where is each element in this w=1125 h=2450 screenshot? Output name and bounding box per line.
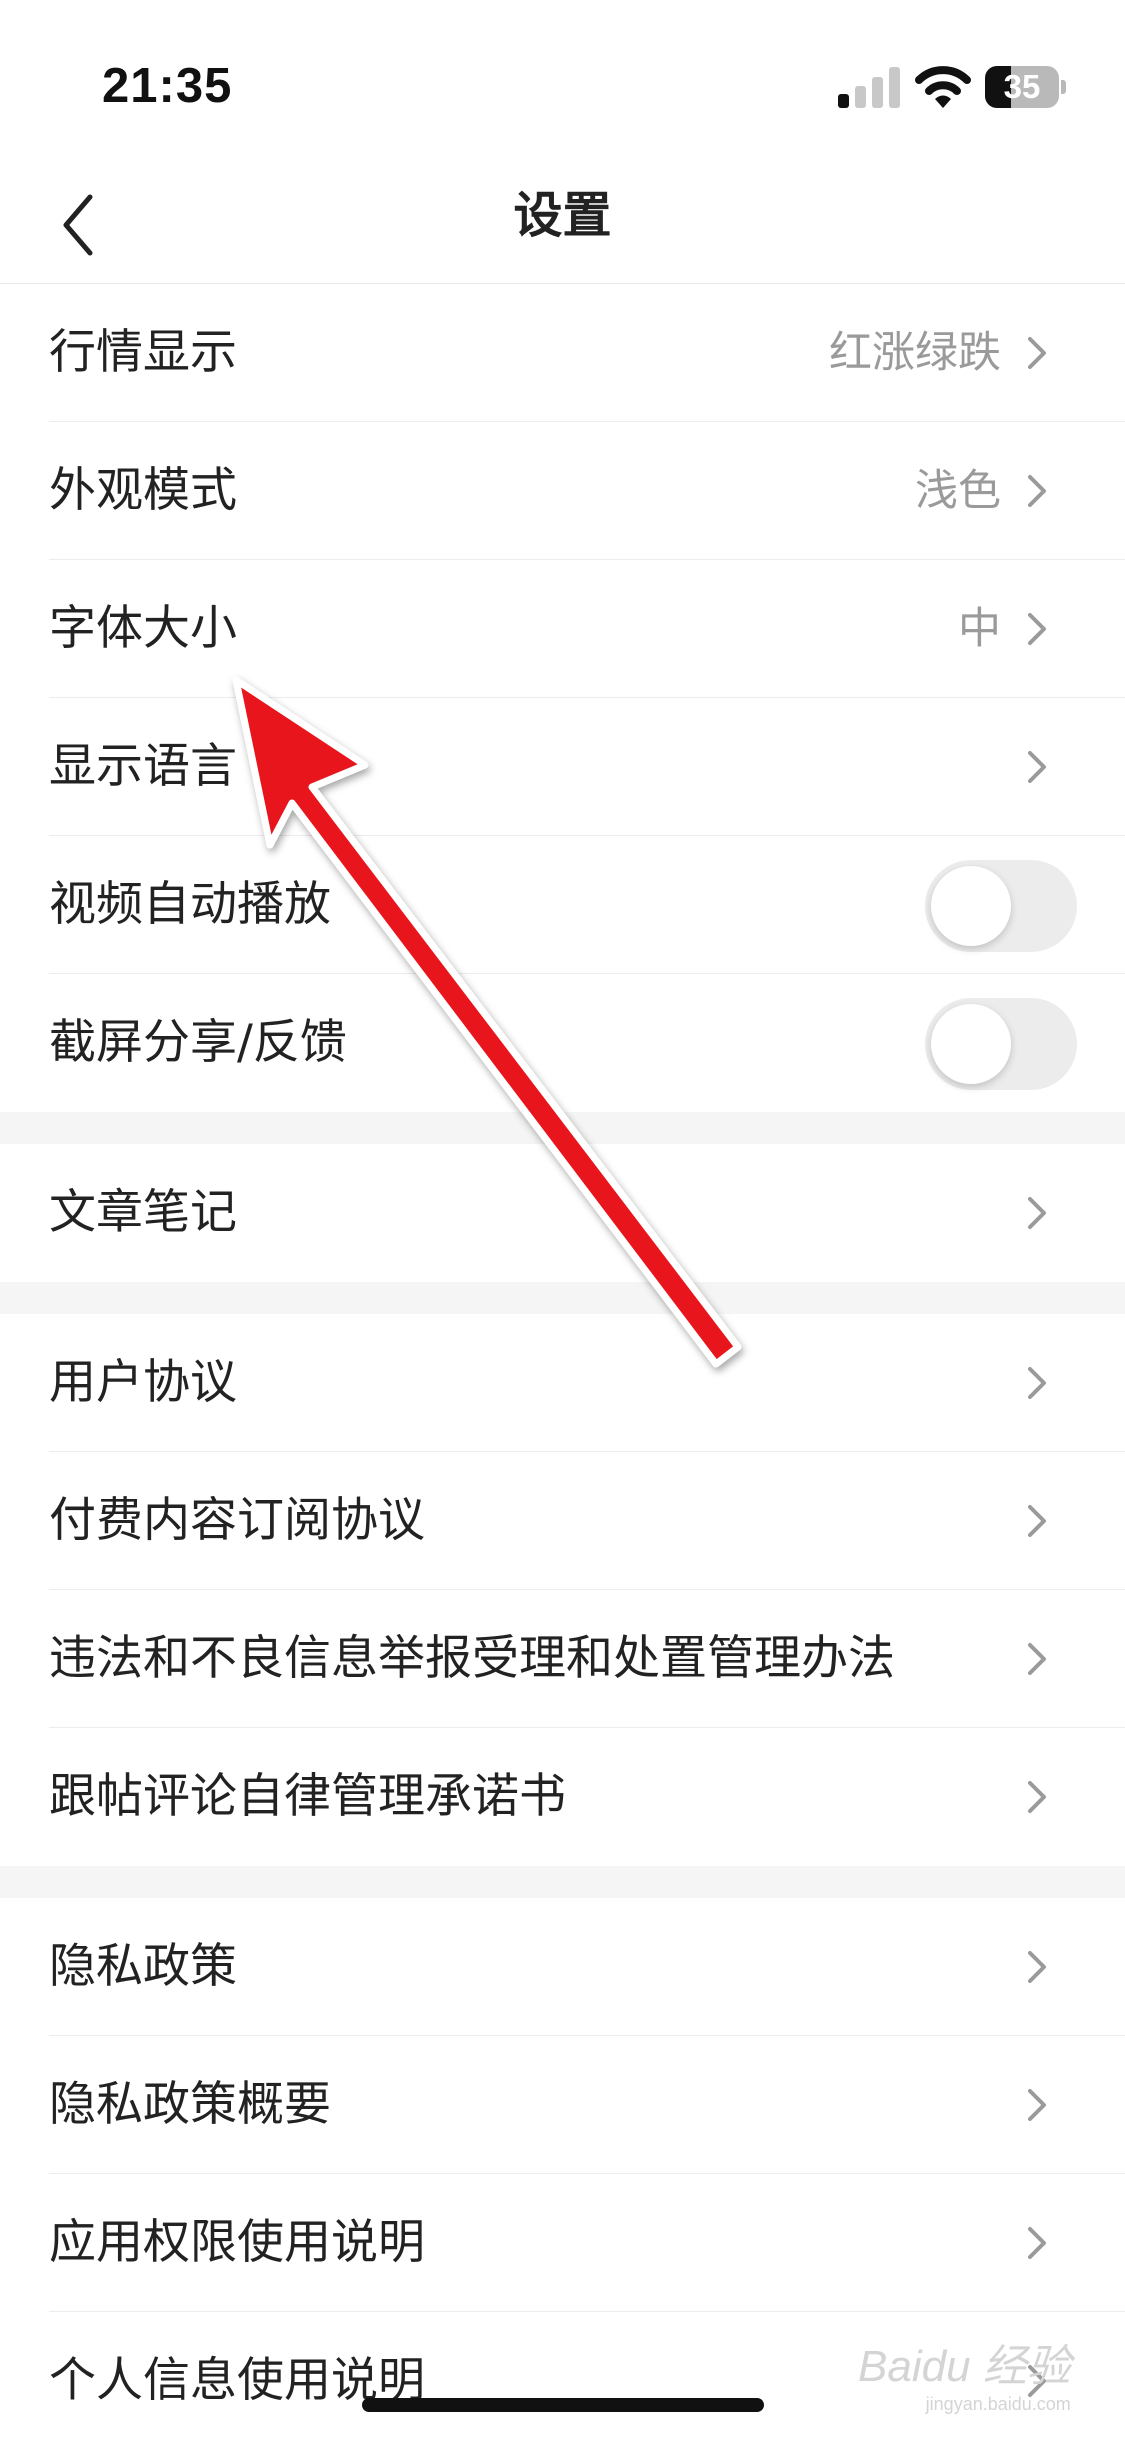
video-autoplay-toggle[interactable] — [925, 860, 1077, 952]
setting-row-privacy-summary[interactable]: 隐私政策概要 — [0, 2036, 1125, 2174]
battery-icon: 35 — [985, 66, 1066, 108]
row-label: 违法和不良信息举报受理和处置管理办法 — [49, 1631, 895, 1686]
setting-row-report-policy[interactable]: 违法和不良信息举报受理和处置管理办法 — [0, 1590, 1125, 1728]
nav-bar: 设置 — [0, 175, 1125, 284]
settings-group-display: 行情显示 红涨绿跌 外观模式 浅色 字体大小 中 显示语言 视频自动播放 截屏分… — [0, 284, 1125, 1112]
section-separator — [0, 1282, 1125, 1314]
row-label: 个人信息使用说明 — [49, 2353, 425, 2408]
chevron-right-icon — [1028, 1505, 1046, 1537]
settings-group-agreements: 用户协议 付费内容订阅协议 违法和不良信息举报受理和处置管理办法 跟帖评论自律管… — [0, 1314, 1125, 1866]
cellular-signal-icon — [838, 66, 900, 108]
battery-percent: 35 — [1003, 68, 1041, 105]
chevron-right-icon — [1028, 2089, 1046, 2121]
row-label: 用户协议 — [49, 1355, 237, 1410]
row-label: 应用权限使用说明 — [49, 2215, 425, 2270]
setting-row-permissions[interactable]: 应用权限使用说明 — [0, 2174, 1125, 2312]
chevron-right-icon — [1028, 475, 1046, 507]
page-title: 设置 — [513, 187, 612, 244]
setting-row-appearance[interactable]: 外观模式 浅色 — [0, 422, 1125, 560]
row-label: 视频自动播放 — [49, 877, 331, 932]
setting-row-font-size[interactable]: 字体大小 中 — [0, 560, 1125, 698]
setting-row-comment-pledge[interactable]: 跟帖评论自律管理承诺书 — [0, 1728, 1125, 1866]
setting-row-user-agreement[interactable]: 用户协议 — [0, 1314, 1125, 1452]
row-label: 显示语言 — [49, 739, 237, 794]
chevron-right-icon — [1028, 2227, 1046, 2259]
status-time: 21:35 — [102, 59, 233, 113]
setting-row-video-autoplay: 视频自动播放 — [0, 836, 1125, 974]
chevron-right-icon — [1028, 1197, 1046, 1229]
row-label: 付费内容订阅协议 — [49, 1493, 425, 1548]
row-label: 外观模式 — [49, 463, 237, 518]
wifi-icon — [915, 66, 971, 108]
setting-row-privacy-policy[interactable]: 隐私政策 — [0, 1898, 1125, 2036]
status-bar: 21:35 35 — [0, 0, 1125, 175]
row-value: 浅色 — [915, 466, 1001, 516]
setting-row-paid-subscription[interactable]: 付费内容订阅协议 — [0, 1452, 1125, 1590]
row-value: 中 — [958, 604, 1001, 654]
chevron-right-icon — [1028, 337, 1046, 369]
setting-row-article-notes[interactable]: 文章笔记 — [0, 1144, 1125, 1282]
settings-group-notes: 文章笔记 — [0, 1144, 1125, 1282]
row-label: 跟帖评论自律管理承诺书 — [49, 1769, 566, 1824]
row-label: 字体大小 — [49, 601, 237, 656]
row-label: 隐私政策 — [49, 1939, 237, 1994]
setting-row-market-display[interactable]: 行情显示 红涨绿跌 — [0, 284, 1125, 422]
row-label: 截屏分享/反馈 — [49, 1015, 347, 1070]
row-value: 红涨绿跌 — [829, 328, 1001, 378]
section-separator — [0, 1112, 1125, 1144]
chevron-right-icon — [1028, 751, 1046, 783]
setting-row-language[interactable]: 显示语言 — [0, 698, 1125, 836]
screenshot-share-toggle[interactable] — [925, 998, 1077, 1090]
row-label: 行情显示 — [49, 325, 237, 380]
chevron-right-icon — [1028, 1951, 1046, 1983]
chevron-right-icon — [1028, 1781, 1046, 1813]
chevron-right-icon — [1028, 1367, 1046, 1399]
row-label: 文章笔记 — [49, 1185, 237, 1240]
chevron-right-icon — [1028, 1643, 1046, 1675]
baidu-watermark-logo: Baidu 经验 jingyan.baidu.com — [858, 2342, 1071, 2414]
setting-row-screenshot-share: 截屏分享/反馈 — [0, 974, 1125, 1112]
row-label: 隐私政策概要 — [49, 2077, 331, 2132]
home-indicator[interactable] — [362, 2398, 764, 2412]
section-separator — [0, 1866, 1125, 1898]
chevron-right-icon — [1028, 613, 1046, 645]
